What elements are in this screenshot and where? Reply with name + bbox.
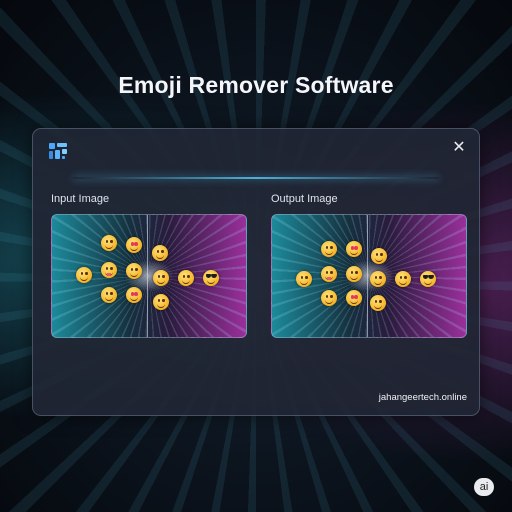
ai-badge: ai: [474, 478, 494, 496]
close-button[interactable]: ✕: [449, 137, 469, 157]
emoji-tongue-icon: [101, 262, 117, 278]
emoji-grinning-icon: [371, 248, 387, 264]
emoji-smiley-icon: [370, 295, 386, 311]
emoji-smiley-icon: [153, 294, 169, 310]
emoji-blush-icon: [346, 266, 362, 282]
emoji-tongue-icon: [321, 266, 337, 282]
app-logo-icon: [49, 143, 67, 159]
website-watermark: jahangeertech.online: [378, 392, 467, 403]
emoji-happy-icon: [153, 270, 169, 286]
output-image-panel[interactable]: [271, 214, 467, 338]
title-bar: ✕: [33, 129, 479, 165]
emoji-heart-face-icon: [346, 290, 362, 306]
emoji-blush-icon: [126, 263, 142, 279]
output-image-label: Output Image: [271, 193, 338, 205]
emoji-heart-face-icon: [126, 287, 142, 303]
header-glow-line: [73, 177, 439, 179]
emoji-grinning-icon: [152, 245, 168, 261]
emoji-beaming-icon: [101, 287, 117, 303]
emoji-sunglasses-icon: [420, 271, 436, 287]
page-headline: Emoji Remover Software: [118, 72, 394, 98]
emoji-grin-icon: [395, 271, 411, 287]
app-window: ✕ Input Image Output Image jahangeertech…: [32, 128, 480, 416]
emoji-happy-icon: [370, 271, 386, 287]
image-divider: [147, 215, 148, 337]
emoji-smiling-icon: [101, 235, 117, 251]
emoji-heart-eyes-icon: [126, 237, 142, 253]
emoji-heart-eyes-icon: [346, 241, 362, 257]
emoji-grin-icon: [178, 270, 194, 286]
input-image-label: Input Image: [51, 193, 110, 205]
emoji-smile-icon: [296, 271, 312, 287]
image-divider: [367, 215, 368, 337]
emoji-smile-icon: [76, 267, 92, 283]
emoji-beaming-icon: [321, 290, 337, 306]
emoji-smiling-icon: [321, 241, 337, 257]
emoji-sunglasses-icon: [203, 270, 219, 286]
input-image-panel[interactable]: [51, 214, 247, 338]
